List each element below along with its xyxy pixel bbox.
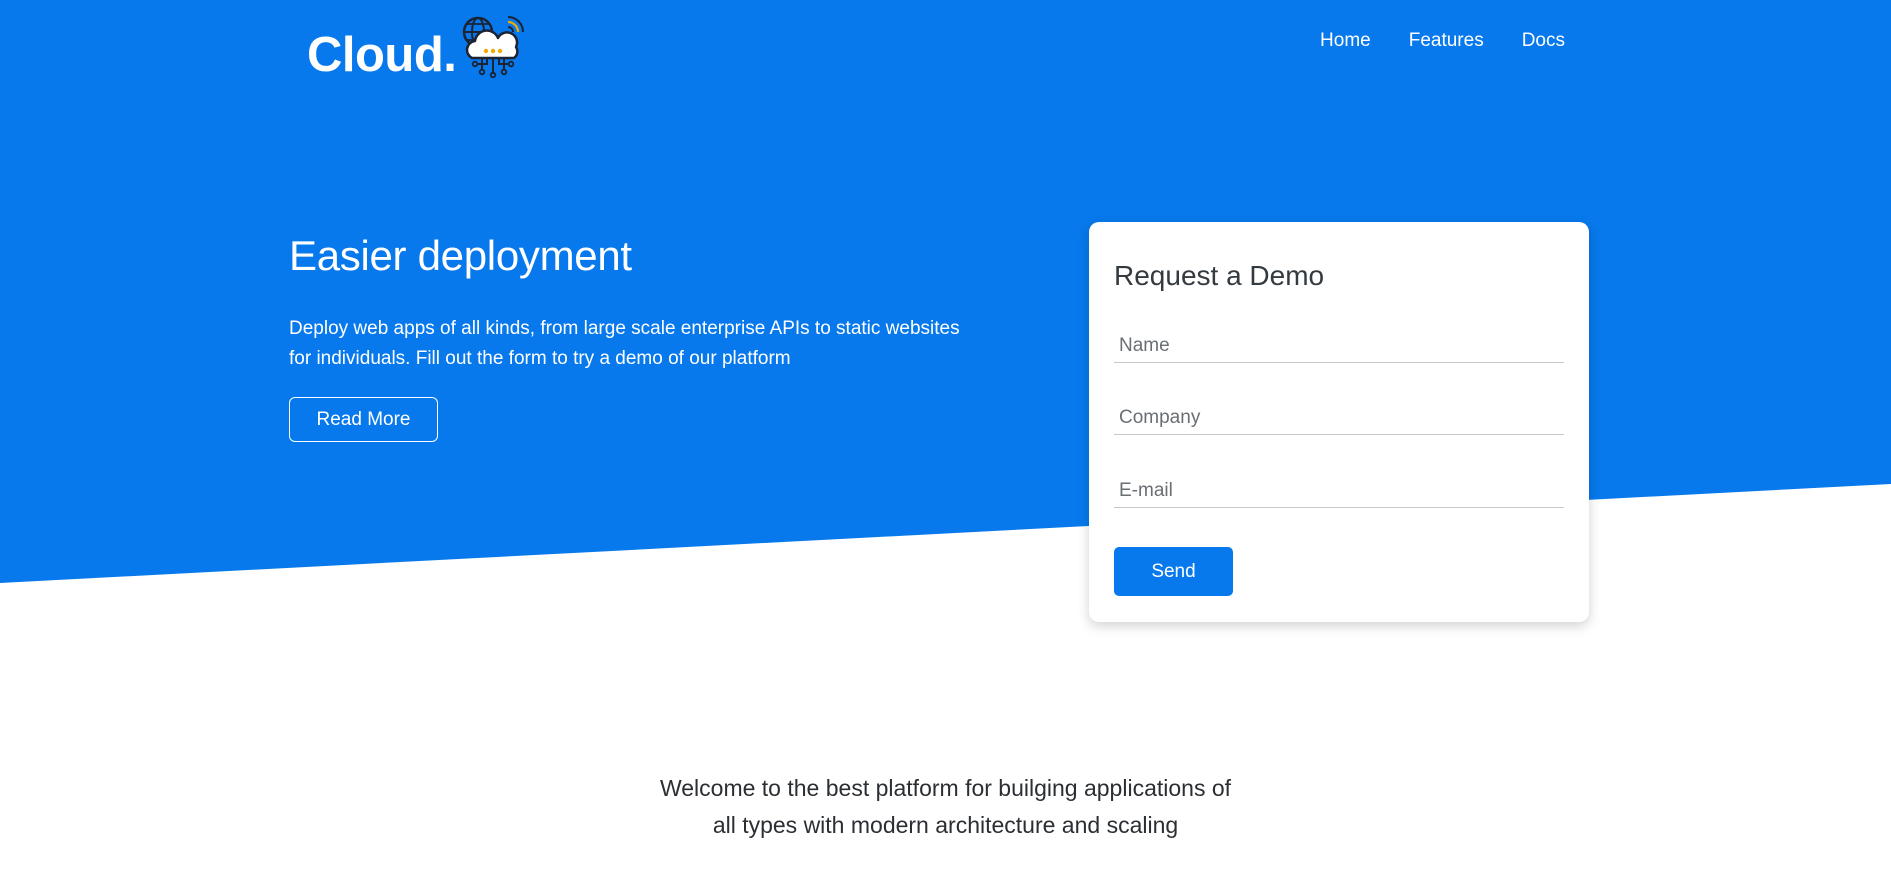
main-nav: Home Features Docs [1320,30,1565,52]
welcome-line-1: Welcome to the best platform for builgin… [659,775,1232,801]
send-button[interactable]: Send [1114,547,1233,596]
nav-home[interactable]: Home [1320,30,1371,52]
form-title: Request a Demo [1114,260,1325,291]
read-more-button[interactable]: Read More [289,397,438,442]
name-field[interactable] [1114,329,1564,363]
cloud-network-icon [463,16,525,78]
hero-background [0,0,1891,583]
company-field[interactable] [1114,401,1564,435]
request-demo-form: Request a Demo Send [1089,222,1589,622]
nav-features[interactable]: Features [1409,30,1484,52]
logo[interactable]: Cloud. [307,16,525,82]
logo-text: Cloud. [307,28,457,82]
hero-description-line-2: for individuals. Fill out the form to tr… [289,348,791,369]
welcome-line-2: all types with modern architecture and s… [712,812,1179,838]
welcome-text: Welcome to the best platform for builgin… [0,770,1891,844]
hero-description: Deploy web apps of all kinds, from large… [289,314,1009,374]
hero-description-line-1: Deploy web apps of all kinds, from large… [289,318,960,339]
hero-title: Easier deployment [289,232,632,279]
page: Cloud. Home Features Docs Easier deploym… [0,0,1891,883]
nav-docs[interactable]: Docs [1522,30,1565,52]
email-field[interactable] [1114,474,1564,508]
